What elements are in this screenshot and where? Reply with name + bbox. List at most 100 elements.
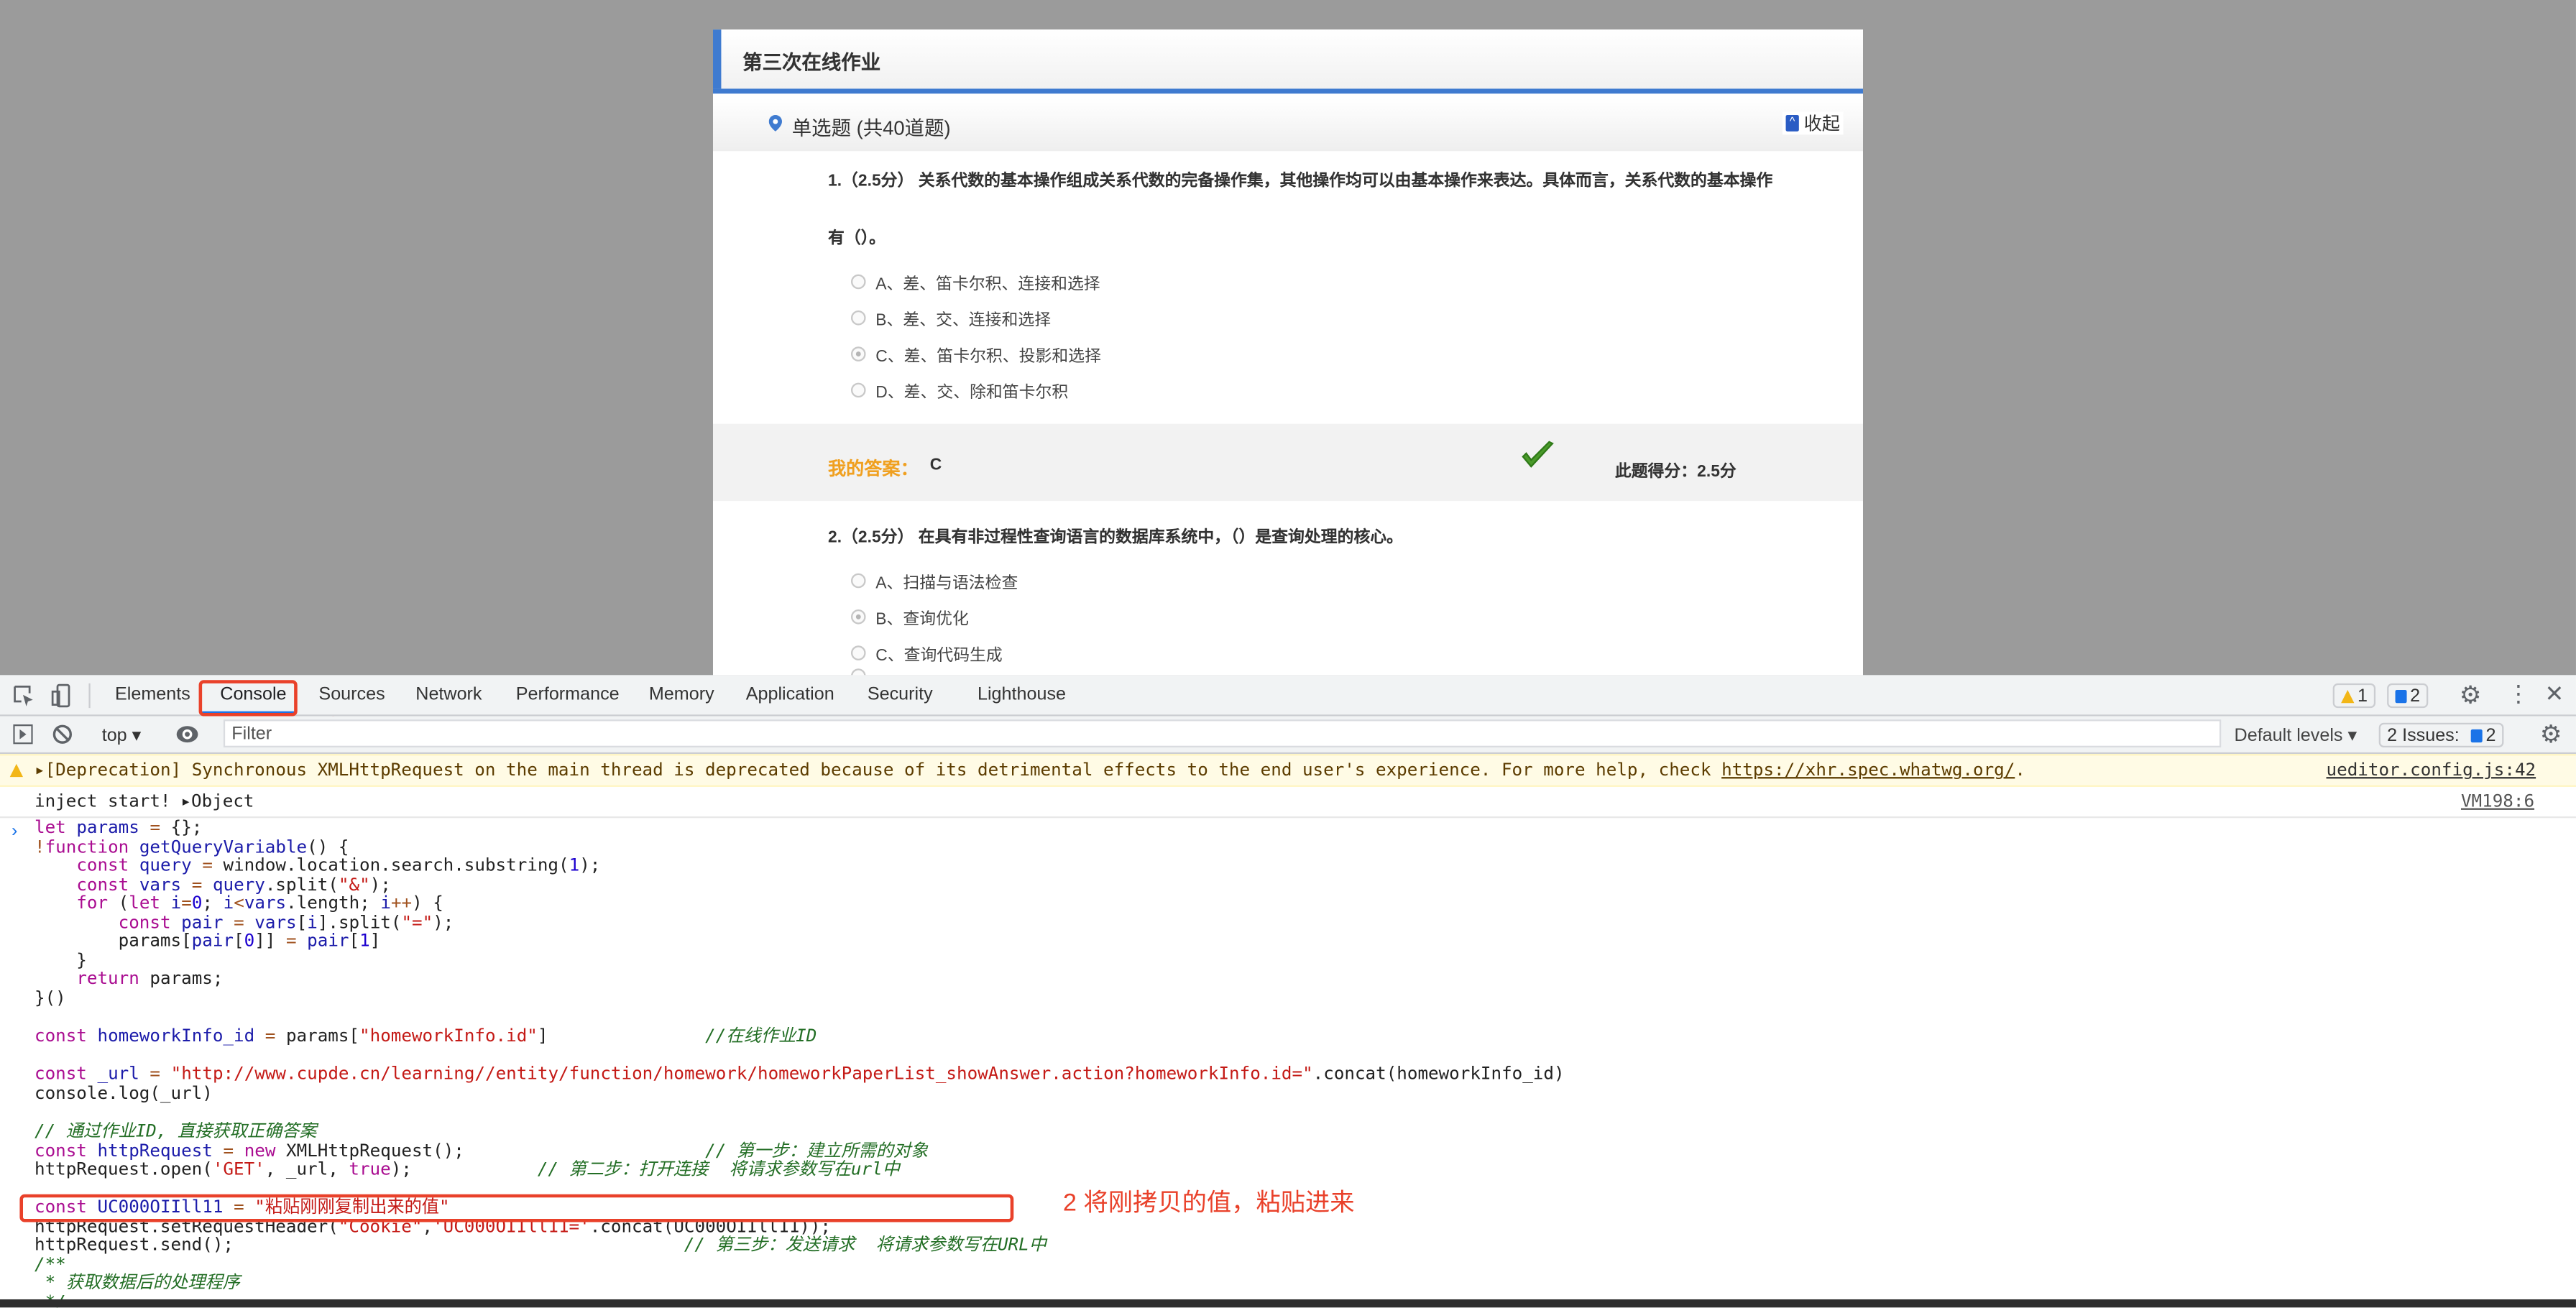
- devtools-panel: Elements Console Sources Network Performance…: [0, 675, 2576, 1308]
- option-radio-partial[interactable]: [850, 668, 866, 676]
- answer-option[interactable]: B、查询优化: [850, 604, 969, 629]
- screen-edge: [0, 1299, 2576, 1308]
- radio-button[interactable]: [850, 609, 866, 625]
- homework-title-bar: 第三次在线作业: [712, 29, 1863, 89]
- clear-console-icon[interactable]: [52, 724, 72, 744]
- radio-button[interactable]: [850, 274, 866, 290]
- answer-option[interactable]: D、差、交、除和笛卡尔积: [850, 378, 1068, 402]
- code-token: // 通过作业ID, 直接获取正确答案: [34, 1122, 317, 1142]
- code-token: pair: [307, 931, 349, 952]
- log-levels-label: Default levels: [2234, 726, 2343, 746]
- code-token: httpRequest: [97, 1141, 213, 1161]
- warnings-badge[interactable]: 1: [2332, 683, 2376, 709]
- code-token: =: [223, 1141, 234, 1161]
- context-selector[interactable]: top ▾: [101, 724, 142, 746]
- code-token: const: [34, 1026, 87, 1046]
- code-line: }: [34, 951, 87, 971]
- tab-elements[interactable]: Elements: [115, 685, 190, 704]
- code-token: <: [234, 893, 244, 913]
- code-token: "&": [338, 875, 370, 895]
- section-title: 单选题 (共40道题): [791, 116, 951, 140]
- code-token: const: [34, 1064, 87, 1084]
- code-token: vars: [244, 893, 287, 913]
- code-token: 0: [244, 931, 255, 952]
- tab-lighthouse[interactable]: Lighthouse: [978, 685, 1066, 704]
- code-token: 1: [569, 855, 580, 876]
- warning-count: 1: [2357, 686, 2368, 706]
- code-token: true: [349, 1159, 391, 1180]
- answer-option[interactable]: C、差、笛卡尔积、投影和选择: [850, 341, 1101, 367]
- radio-button[interactable]: [850, 645, 866, 660]
- code-line: const query = window.location.search.sub…: [34, 855, 600, 876]
- code-token: "=": [401, 912, 433, 933]
- filter-input[interactable]: Filter: [223, 719, 2222, 747]
- code-token: =: [234, 912, 244, 933]
- log-object-toggle[interactable]: ▸Object: [180, 792, 254, 811]
- code-token: vars: [139, 875, 182, 895]
- code-line: const homeworkInfo_id = params["homework…: [34, 1026, 816, 1047]
- code-token: getQueryVariable: [139, 837, 308, 857]
- code-token: const: [76, 875, 129, 895]
- homework-card: 第三次在线作业 单选题 (共40道题) ^ 收起 1.（2.5分） 关系代数的基…: [712, 29, 1863, 676]
- live-expression-eye-icon[interactable]: [176, 724, 199, 744]
- log-source-link[interactable]: VM198:6: [2461, 792, 2534, 811]
- code-token: i: [380, 893, 391, 913]
- console-warning-message: ▸[Deprecation] Synchronous XMLHttpReques…: [0, 754, 2576, 787]
- radio-button[interactable]: [850, 310, 866, 326]
- tab-sources[interactable]: Sources: [318, 685, 385, 704]
- more-options-icon[interactable]: ⋮: [2507, 680, 2530, 708]
- console-settings-gear-icon[interactable]: ⚙: [2540, 719, 2562, 749]
- answer-option[interactable]: C、查询代码生成: [850, 640, 1003, 665]
- radio-button[interactable]: [850, 573, 866, 589]
- settings-gear-icon[interactable]: ⚙: [2460, 680, 2482, 710]
- radio-button[interactable]: [850, 382, 866, 398]
- tab-application[interactable]: Application: [746, 685, 834, 704]
- console-log-message: inject start! ▸Object VM198:6: [0, 787, 2576, 819]
- code-token: function: [45, 837, 129, 857]
- code-token: for: [76, 893, 109, 913]
- answer-option[interactable]: B、差、交、连接和选择: [850, 305, 1052, 331]
- code-token: window.location.search.substring(: [212, 855, 569, 876]
- code-token: params[: [34, 931, 192, 952]
- collapse-button[interactable]: ^ 收起: [1782, 111, 1844, 135]
- answer-bar: 我的答案： C 此题得分：2.5分: [712, 423, 1863, 502]
- code-token: =: [150, 818, 161, 838]
- option-label: A、扫描与语法检查: [875, 574, 1018, 594]
- tab-network[interactable]: Network: [415, 685, 482, 704]
- tab-memory[interactable]: Memory: [649, 685, 714, 704]
- warning-source-link[interactable]: ueditor.config.js:42: [2327, 760, 2536, 780]
- tab-security[interactable]: Security: [868, 685, 933, 704]
- code-token: _url: [97, 1064, 139, 1084]
- warning-link[interactable]: https://xhr.spec.whatwg.org/: [1721, 760, 2015, 780]
- close-icon[interactable]: ✕: [2545, 680, 2564, 708]
- option-label: B、差、交、连接和选择: [875, 312, 1052, 331]
- messages-badge[interactable]: 2: [2387, 683, 2429, 709]
- code-token: // 第三步：发送请求 将请求参数写在URL中: [684, 1235, 1046, 1256]
- code-token: return: [76, 969, 139, 989]
- tab-performance[interactable]: Performance: [516, 685, 620, 704]
- issues-button[interactable]: 2 Issues: 2: [2378, 722, 2504, 747]
- device-toolbar-icon[interactable]: [51, 683, 70, 708]
- code-token: ]: [369, 931, 381, 952]
- inspect-element-icon[interactable]: [13, 685, 34, 706]
- divider: [88, 683, 91, 709]
- context-label: top: [101, 726, 127, 746]
- answer-option[interactable]: A、差、笛卡尔积、连接和选择: [850, 270, 1100, 294]
- homework-title: 第三次在线作业: [742, 50, 881, 74]
- answer-option[interactable]: A、扫描与语法检查: [850, 568, 1018, 594]
- code-token: const: [34, 1141, 87, 1161]
- radio-button[interactable]: [850, 346, 866, 361]
- console-toolbar: top ▾ Filter Default levels ▾ 2 Issues: …: [0, 716, 2576, 755]
- log-levels-dropdown[interactable]: Default levels ▾: [2234, 724, 2358, 746]
- code-token: * 获取数据后的处理程序: [34, 1273, 240, 1293]
- code-token: ]]: [254, 931, 286, 952]
- title-divider: [712, 88, 1863, 94]
- warning-text-wrap: ▸[Deprecation] Synchronous XMLHttpReques…: [34, 760, 2025, 780]
- sidebar-toggle-icon[interactable]: [13, 724, 33, 745]
